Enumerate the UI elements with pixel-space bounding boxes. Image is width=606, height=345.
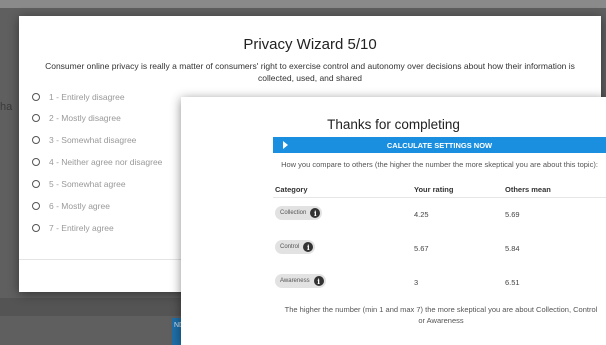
option-label: 3 - Somewhat disagree: [49, 135, 137, 145]
category-label: Collection: [280, 210, 307, 216]
results-footnote: The higher the number (min 1 and max 7) …: [284, 305, 598, 325]
option-5[interactable]: 5 - Somewhat agree: [32, 177, 126, 191]
radio-button[interactable]: [32, 158, 40, 166]
comparison-description: How you compare to others (the higher th…: [281, 160, 598, 169]
option-2[interactable]: 2 - Mostly disagree: [32, 111, 121, 125]
radio-button[interactable]: [32, 224, 40, 232]
background-text-fragment: ha: [0, 101, 13, 113]
category-chip-awareness: Awareness i: [275, 274, 326, 288]
option-label: 1 - Entirely disagree: [49, 92, 125, 102]
category-label: Control: [280, 244, 300, 250]
mean-cell: 6.51: [505, 278, 520, 287]
option-label: 5 - Somewhat agree: [49, 179, 126, 189]
wizard-title: Privacy Wizard 5/10: [243, 36, 377, 53]
radio-button[interactable]: [32, 136, 40, 144]
radio-button[interactable]: [32, 180, 40, 188]
mean-cell: 5.69: [505, 210, 520, 219]
option-label: 4 - Neither agree nor disagree: [49, 157, 163, 167]
column-header-mean: Others mean: [505, 185, 551, 194]
column-header-rating: Your rating: [414, 185, 454, 194]
info-icon[interactable]: i: [303, 242, 314, 252]
info-icon[interactable]: i: [313, 276, 324, 286]
radio-button[interactable]: [32, 93, 40, 101]
calculate-settings-button[interactable]: CALCULATE SETTINGS NOW: [273, 137, 606, 153]
info-icon[interactable]: i: [310, 208, 321, 218]
radio-button[interactable]: [32, 114, 40, 122]
option-1[interactable]: 1 - Entirely disagree: [32, 90, 125, 104]
option-7[interactable]: 7 - Entirely agree: [32, 221, 114, 235]
mean-cell: 5.84: [505, 244, 520, 253]
category-label: Awareness: [280, 278, 310, 284]
calculate-settings-label: CALCULATE SETTINGS NOW: [386, 140, 493, 150]
rating-cell: 5.67: [414, 244, 429, 253]
play-arrow-icon: [283, 141, 288, 149]
radio-button[interactable]: [32, 202, 40, 210]
category-chip-collection: Collection i: [275, 206, 323, 220]
wizard-question: Consumer online privacy is really a matt…: [45, 61, 575, 83]
option-3[interactable]: 3 - Somewhat disagree: [32, 133, 136, 147]
option-label: 6 - Mostly agree: [49, 201, 110, 211]
category-chip-control: Control i: [275, 240, 316, 254]
rating-cell: 4.25: [414, 210, 429, 219]
background-top-strip: [0, 0, 606, 8]
option-label: 7 - Entirely agree: [49, 223, 114, 233]
results-dialog: Thanks for completing CALCULATE SETTINGS…: [181, 97, 606, 345]
option-label: 2 - Mostly disagree: [49, 113, 121, 123]
option-6[interactable]: 6 - Mostly agree: [32, 199, 110, 213]
results-title: Thanks for completing: [327, 117, 460, 132]
rating-cell: 3: [414, 278, 419, 287]
table-divider: [273, 197, 606, 198]
column-header-category: Category: [275, 185, 308, 194]
option-4[interactable]: 4 - Neither agree nor disagree: [32, 155, 162, 169]
